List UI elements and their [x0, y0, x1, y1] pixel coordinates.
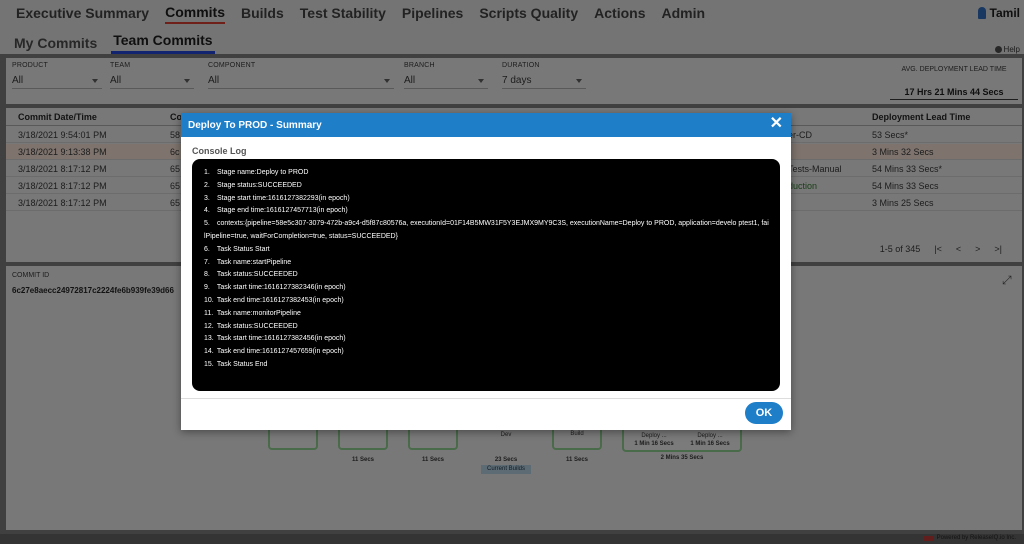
console-log-lines: 1. Stage name:Deploy to PROD 2. Stage sta…: [204, 167, 770, 372]
log-line-text: Task end time:1616127457659(in epoch): [216, 348, 344, 356]
log-line-text: Task name:startPipeline: [216, 258, 292, 266]
console-log[interactable]: 1. Stage name:Deploy to PROD 2. Stage sta…: [192, 159, 780, 391]
log-line-number: 8.: [204, 271, 210, 279]
ok-button[interactable]: OK: [745, 402, 783, 424]
console-log-line: 12. Task status:SUCCEEDED: [204, 321, 770, 334]
log-line-number: 2.: [204, 181, 210, 189]
log-line-number: 6.: [204, 245, 210, 253]
log-line-text: Task status:SUCCEEDED: [216, 322, 298, 330]
log-line-number: 4.: [204, 207, 210, 215]
log-line-text: Task Status Start: [216, 245, 270, 253]
modal-title: Deploy To PROD - Summary: [188, 119, 322, 131]
log-line-number: 5.: [204, 220, 210, 228]
log-line-text: Stage start time:1616127382293(in epoch): [216, 194, 350, 202]
console-log-line: 13. Task start time:1616127382456(in epo…: [204, 333, 770, 346]
close-icon[interactable]: ✕: [770, 116, 783, 132]
log-line-number: 14.: [204, 348, 214, 356]
console-log-line: 8. Task status:SUCCEEDED: [204, 269, 770, 282]
log-line-text: Task start time:1616127382346(in epoch): [216, 284, 346, 292]
log-line-number: 9.: [204, 284, 210, 292]
modal-divider: [181, 398, 791, 399]
modal-header: Deploy To PROD - Summary ✕: [181, 113, 791, 137]
log-line-number: 15.: [204, 360, 214, 368]
log-line-text: Task status:SUCCEEDED: [216, 271, 298, 279]
deploy-summary-modal: Deploy To PROD - Summary ✕ Console Log 1…: [181, 113, 791, 430]
log-line-text: Stage name:Deploy to PROD: [216, 169, 309, 176]
console-log-line: 5. contexts:{pipeline=58e5c307-3079-472b…: [204, 218, 770, 244]
console-log-line: 4. Stage end time:1616127457713(in epoch…: [204, 205, 770, 218]
log-line-number: 1.: [204, 169, 210, 176]
console-log-line: 2. Stage status:SUCCEEDED: [204, 180, 770, 193]
console-log-line: 14. Task end time:1616127457659(in epoch…: [204, 346, 770, 359]
log-line-number: 7.: [204, 258, 210, 266]
log-line-text: Stage end time:1616127457713(in epoch): [216, 207, 348, 215]
log-line-text: Task name:monitorPipeline: [216, 309, 301, 317]
log-line-text: Task end time:1616127382453(in epoch): [216, 296, 344, 304]
console-log-line: 7. Task name:startPipeline: [204, 257, 770, 270]
log-line-number: 12.: [204, 322, 214, 330]
console-log-line: 11. Task name:monitorPipeline: [204, 308, 770, 321]
log-line-text: Task start time:1616127382456(in epoch): [216, 335, 346, 343]
log-line-number: 3.: [204, 194, 210, 202]
console-log-label: Console Log: [192, 146, 247, 156]
console-log-line: 15. Task Status End: [204, 359, 770, 372]
log-line-text: Task Status End: [216, 360, 268, 368]
console-log-line: 1. Stage name:Deploy to PROD: [204, 167, 770, 180]
console-log-line: 9. Task start time:1616127382346(in epoc…: [204, 282, 770, 295]
console-log-line: 3. Stage start time:1616127382293(in epo…: [204, 193, 770, 206]
console-log-line: 10. Task end time:1616127382453(in epoch…: [204, 295, 770, 308]
log-line-text: Stage status:SUCCEEDED: [216, 181, 302, 189]
log-line-number: 13.: [204, 335, 214, 343]
log-line-number: 11.: [204, 309, 214, 317]
log-line-text: contexts:{pipeline=58e5c307-3079-472b-a9…: [204, 220, 769, 240]
console-log-line: 6. Task Status Start: [204, 244, 770, 257]
log-line-number: 10.: [204, 296, 214, 304]
